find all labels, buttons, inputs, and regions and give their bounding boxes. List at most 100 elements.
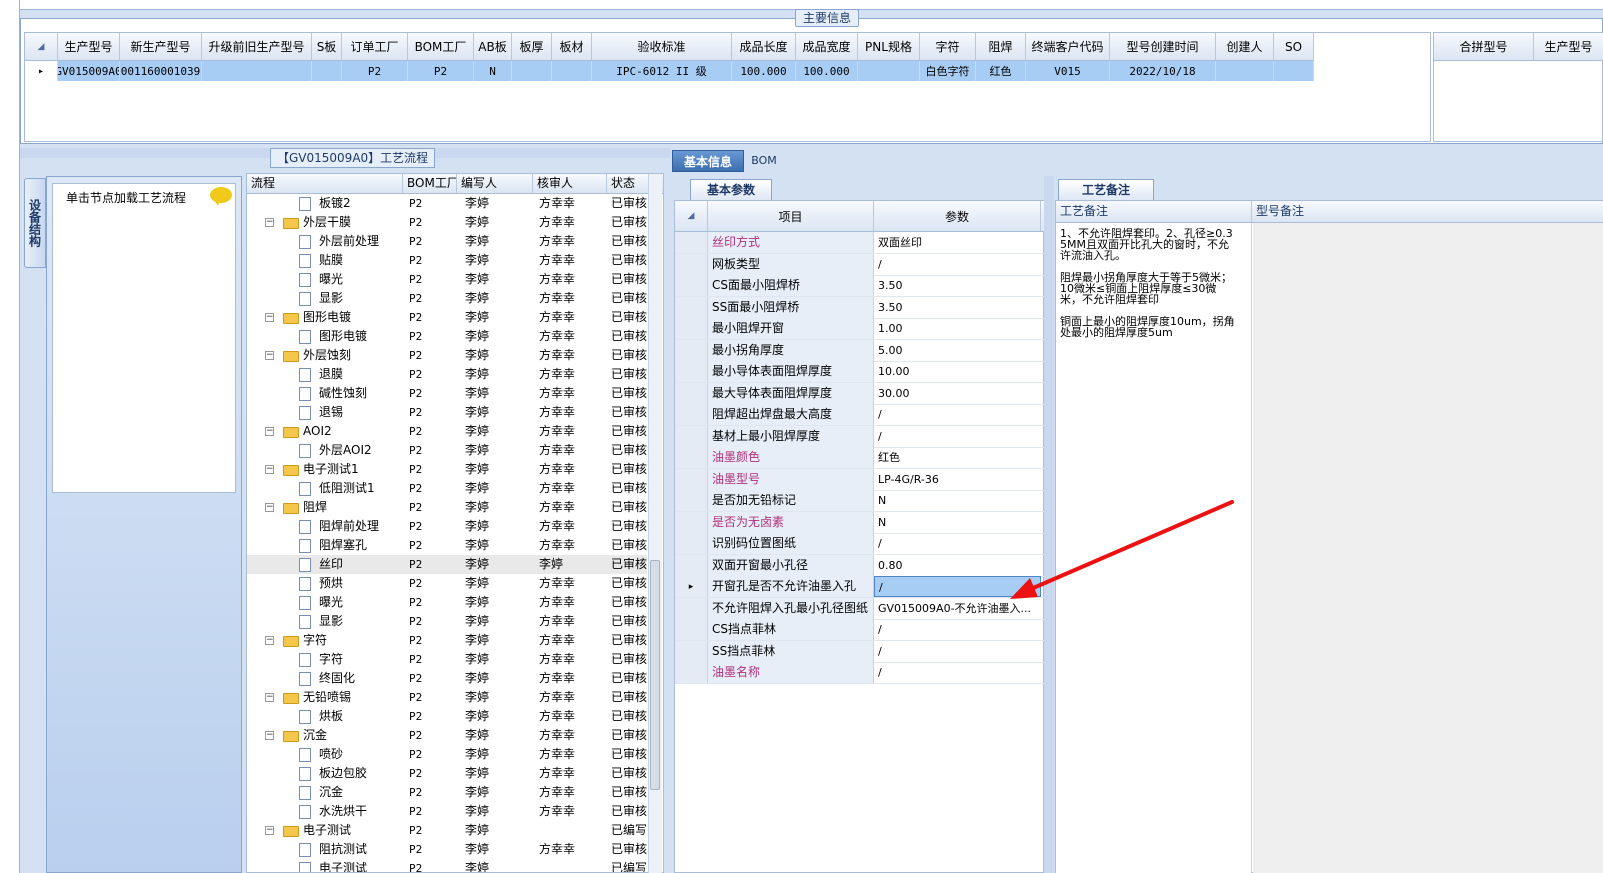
tree-row[interactable]: 显影 P2 李婷 方幸幸 已审核 xyxy=(247,289,647,308)
tree-node[interactable]: − 图形电镀 xyxy=(247,308,403,327)
tree-node[interactable]: 外层AOI2 xyxy=(247,441,403,460)
main-grid-cell[interactable]: V015 xyxy=(1026,61,1110,81)
chat-bubble-icon[interactable] xyxy=(210,187,232,206)
tree-node[interactable]: 贴膜 xyxy=(247,251,403,270)
combo-grid-header-cell[interactable]: 合拼型号 xyxy=(1434,33,1534,60)
main-grid-row[interactable]: ▸GV015009A010011600010391P2P2NIPC-6012 I… xyxy=(25,61,1314,81)
param-row[interactable]: 最小导体表面阻焊厚度 10.00 xyxy=(675,361,1045,383)
tree-row[interactable]: − 无铅喷锡 P2 李婷 方幸幸 已审核 xyxy=(247,688,647,707)
tab-basic-info[interactable]: 基本信息 xyxy=(672,150,744,172)
main-info-grid[interactable]: ◢ 生产型号 新生产型号 升级前旧生产型号 S板 订单工厂 BOM工厂 AB板 板厚 板材 验收标准… xyxy=(24,32,1431,142)
main-grid-header-cell[interactable]: 生产型号 xyxy=(58,33,120,60)
tree-node[interactable]: 阻焊塞孔 xyxy=(247,536,403,555)
main-grid-cell[interactable]: GV015009A0 xyxy=(58,61,120,81)
tab-basic-params[interactable]: 基本参数 xyxy=(690,179,772,200)
param-value[interactable]: 30.00 xyxy=(874,383,1041,404)
main-grid-cell[interactable]: 100.000 xyxy=(796,61,858,81)
param-value[interactable]: 红色 xyxy=(874,447,1041,468)
equipment-structure-tab[interactable]: 设备结构 xyxy=(24,178,46,268)
tree-node[interactable]: − 电子测试 xyxy=(247,821,403,840)
main-grid-header-cell[interactable]: SO xyxy=(1274,33,1314,60)
tree-row[interactable]: 退锡 P2 李婷 方幸幸 已审核 xyxy=(247,403,647,422)
expand-toggle-icon[interactable]: − xyxy=(265,351,274,360)
tree-node[interactable]: − 电子测试1 xyxy=(247,460,403,479)
tree-node[interactable]: 电子测试 xyxy=(247,859,403,872)
main-grid-header-cell[interactable]: AB板 xyxy=(474,33,512,60)
tree-row[interactable]: 电子测试 P2 李婷 已编写 xyxy=(247,859,647,872)
param-value[interactable]: 双面丝印 xyxy=(874,232,1041,253)
main-grid-header-cell[interactable]: 验收标准 xyxy=(592,33,732,60)
param-value[interactable]: / xyxy=(874,254,1041,275)
tree-node[interactable]: 低阻测试1 xyxy=(247,479,403,498)
param-value[interactable]: / xyxy=(874,426,1041,447)
tree-node[interactable]: 预烘 xyxy=(247,574,403,593)
main-grid-cell[interactable] xyxy=(858,61,920,81)
param-value[interactable]: 3.50 xyxy=(874,275,1041,296)
tree-row[interactable]: 水洗烘干 P2 李婷 方幸幸 已审核 xyxy=(247,802,647,821)
main-grid-header-cell[interactable]: 成品长度 xyxy=(732,33,796,60)
param-value[interactable]: 10.00 xyxy=(874,361,1041,382)
param-value[interactable]: / xyxy=(874,662,1041,683)
tree-node[interactable]: 板边包胶 xyxy=(247,764,403,783)
param-value[interactable]: 3.50 xyxy=(874,297,1041,318)
tree-node[interactable]: 外层前处理 xyxy=(247,232,403,251)
main-grid-cell[interactable] xyxy=(552,61,592,81)
tab-process-notes[interactable]: 工艺备注 xyxy=(1058,179,1154,200)
tree-row[interactable]: − 外层蚀刻 P2 李婷 方幸幸 已审核 xyxy=(247,346,647,365)
param-row[interactable]: SS挡点菲林 / xyxy=(675,640,1045,663)
param-row[interactable]: 最小阻焊开窗 1.00 xyxy=(675,318,1045,340)
param-value[interactable]: 5.00 xyxy=(874,340,1041,361)
expand-toggle-icon[interactable]: − xyxy=(265,465,274,474)
tree-row[interactable]: 板镀2 P2 李婷 方幸幸 已审核 xyxy=(247,194,647,213)
tree-node[interactable]: 阻焊前处理 xyxy=(247,517,403,536)
param-row[interactable]: SS面最小阻焊桥 3.50 xyxy=(675,296,1045,319)
tree-header-cell[interactable]: 编写人 xyxy=(457,174,533,193)
main-grid-cell[interactable]: N xyxy=(474,61,512,81)
tree-node[interactable]: 显影 xyxy=(247,289,403,308)
tree-row[interactable]: 显影 P2 李婷 方幸幸 已审核 xyxy=(247,612,647,631)
tree-row[interactable]: − 阻焊 P2 李婷 方幸幸 已审核 xyxy=(247,498,647,517)
tree-row[interactable]: 阻焊前处理 P2 李婷 方幸幸 已审核 xyxy=(247,517,647,536)
param-row[interactable]: 网板类型 / xyxy=(675,253,1045,276)
main-grid-cell[interactable]: IPC-6012 II 级 xyxy=(592,61,732,81)
tree-row[interactable]: − 外层干膜 P2 李婷 方幸幸 已审核 xyxy=(247,213,647,232)
main-grid-header-cell[interactable]: 阻焊 xyxy=(976,33,1026,60)
expand-toggle-icon[interactable]: − xyxy=(265,636,274,645)
tree-scroll-thumb[interactable] xyxy=(650,560,660,790)
tree-node[interactable]: 阻抗测试 xyxy=(247,840,403,859)
expand-toggle-icon[interactable]: − xyxy=(265,731,274,740)
process-tree[interactable]: 流程 BOM工厂 编写人 核审人 状态 板镀2 P2 李婷 方幸幸 已审核 − 外层干膜 P2 李婷 方幸… xyxy=(246,173,664,873)
expand-toggle-icon[interactable]: − xyxy=(265,693,274,702)
tree-node[interactable]: − AOI2 xyxy=(247,422,403,441)
tree-header-cell[interactable]: 核审人 xyxy=(533,174,607,193)
main-grid-header-cell[interactable]: 新生产型号 xyxy=(120,33,202,60)
tree-node[interactable]: − 外层蚀刻 xyxy=(247,346,403,365)
param-row[interactable]: 识别码位置图纸 / xyxy=(675,533,1045,555)
tree-node[interactable]: − 阻焊 xyxy=(247,498,403,517)
expand-toggle-icon[interactable]: − xyxy=(265,427,274,436)
tree-row[interactable]: 烘板 P2 李婷 方幸幸 已审核 xyxy=(247,707,647,726)
param-row[interactable]: 是否加无铅标记 N xyxy=(675,490,1045,512)
tab-bom[interactable]: BOM xyxy=(746,150,782,172)
basic-params-grid[interactable]: ◢ 项目 参数 丝印方式 双面丝印 网板类型 / CS面最小阻焊桥 3.50 SS面最小阻焊桥 3… xyxy=(674,200,1045,873)
tree-node[interactable]: − 沉金 xyxy=(247,726,403,745)
tree-row[interactable]: 曝光 P2 李婷 方幸幸 已审核 xyxy=(247,270,647,289)
param-row[interactable]: 双面开窗最小孔径 0.80 xyxy=(675,554,1045,577)
main-grid-header-cell[interactable]: 创建人 xyxy=(1216,33,1274,60)
tree-row[interactable]: − 沉金 P2 李婷 方幸幸 已审核 xyxy=(247,726,647,745)
tree-row[interactable]: − 电子测试 P2 李婷 已编写 xyxy=(247,821,647,840)
notes-header-cell[interactable]: 型号备注 xyxy=(1252,201,1603,222)
main-grid-cell[interactable]: 100.000 xyxy=(732,61,796,81)
tree-row[interactable]: 阻焊塞孔 P2 李婷 方幸幸 已审核 xyxy=(247,536,647,555)
main-grid-cell[interactable] xyxy=(312,61,342,81)
notes-header-cell[interactable]: 工艺备注 xyxy=(1056,201,1252,222)
tree-row[interactable]: 低阻测试1 P2 李婷 方幸幸 已审核 xyxy=(247,479,647,498)
main-grid-header-cell[interactable]: 板材 xyxy=(552,33,592,60)
params-header-cell[interactable]: 参数 xyxy=(874,201,1041,231)
combo-model-grid[interactable]: 合拼型号 生产型号 xyxy=(1433,32,1603,142)
params-header-cell[interactable]: 项目 xyxy=(708,201,874,231)
main-grid-header-cell[interactable]: 字符 xyxy=(920,33,976,60)
tree-row[interactable]: 阻抗测试 P2 李婷 方幸幸 已审核 xyxy=(247,840,647,859)
tree-row[interactable]: 碱性蚀刻 P2 李婷 方幸幸 已审核 xyxy=(247,384,647,403)
main-grid-cell[interactable] xyxy=(1216,61,1274,81)
